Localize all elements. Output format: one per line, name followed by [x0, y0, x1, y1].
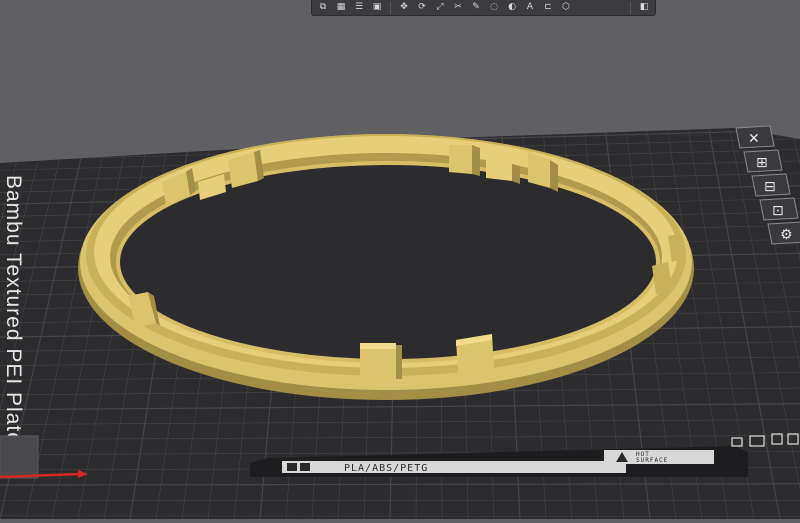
view-icon[interactable]: ◧: [637, 2, 651, 14]
toolbar-separator: [390, 2, 391, 14]
orient-plate-icon[interactable]: ⊟: [752, 174, 790, 196]
ring-clip: [449, 145, 480, 176]
ring-clip: [456, 334, 494, 373]
toolbar-separator: [630, 2, 631, 14]
filament-types-label: PLA/ABS/PETG: [344, 463, 428, 474]
plate-settings-icon[interactable]: ⚙: [768, 222, 800, 244]
ring-clip: [360, 343, 402, 379]
rotate-icon[interactable]: ⟳: [415, 2, 429, 14]
svg-text:⊞: ⊞: [756, 155, 768, 171]
assembly-icon[interactable]: ⬡: [559, 2, 573, 14]
lock-plate-icon[interactable]: ⊡: [760, 198, 798, 220]
seam-paint-icon[interactable]: ◌: [487, 2, 501, 14]
3d-scene[interactable]: Bambu Textured PEI Plate PLA/ABS/PETG HO…: [0, 0, 800, 519]
svg-text:⚙: ⚙: [780, 227, 793, 243]
plate-name-label: Bambu Textured PEI Plate: [2, 175, 25, 445]
cut-icon[interactable]: ✂: [451, 2, 465, 14]
3d-viewport[interactable]: Bambu Textured PEI Plate PLA/ABS/PETG HO…: [0, 0, 800, 519]
surface-line2: SURFACE: [636, 457, 668, 464]
svg-text:✕: ✕: [748, 131, 760, 147]
top-toolbar: ⧉ ▦ ☰ ▣ ✥ ⟳ ⤢ ✂ ✎ ◌ ◐ A ⊏ ⬡ ◧: [311, 0, 656, 16]
origin-corner: [0, 436, 38, 478]
text-icon[interactable]: A: [523, 2, 537, 14]
measure-icon[interactable]: ⊏: [541, 2, 555, 14]
ring-model[interactable]: [78, 134, 694, 400]
arrange-plate-icon[interactable]: ⊞: [744, 150, 782, 172]
svg-text:⊟: ⊟: [764, 179, 776, 195]
bed-type-icon: [300, 463, 310, 471]
scale-icon[interactable]: ⤢: [433, 2, 447, 14]
delete-plate-icon[interactable]: ✕: [736, 126, 774, 148]
save-icon[interactable]: ▣: [370, 2, 384, 14]
support-paint-icon[interactable]: ✎: [469, 2, 483, 14]
filament-type-box: [282, 461, 626, 473]
svg-text:⊡: ⊡: [772, 203, 784, 219]
add-object-icon[interactable]: ⧉: [316, 2, 330, 14]
object-list-icon[interactable]: ☰: [352, 2, 366, 14]
color-paint-icon[interactable]: ◐: [505, 2, 519, 14]
plate-grid-icon[interactable]: ▦: [334, 2, 348, 14]
filament-icon: [287, 463, 297, 471]
move-icon[interactable]: ✥: [397, 2, 411, 14]
